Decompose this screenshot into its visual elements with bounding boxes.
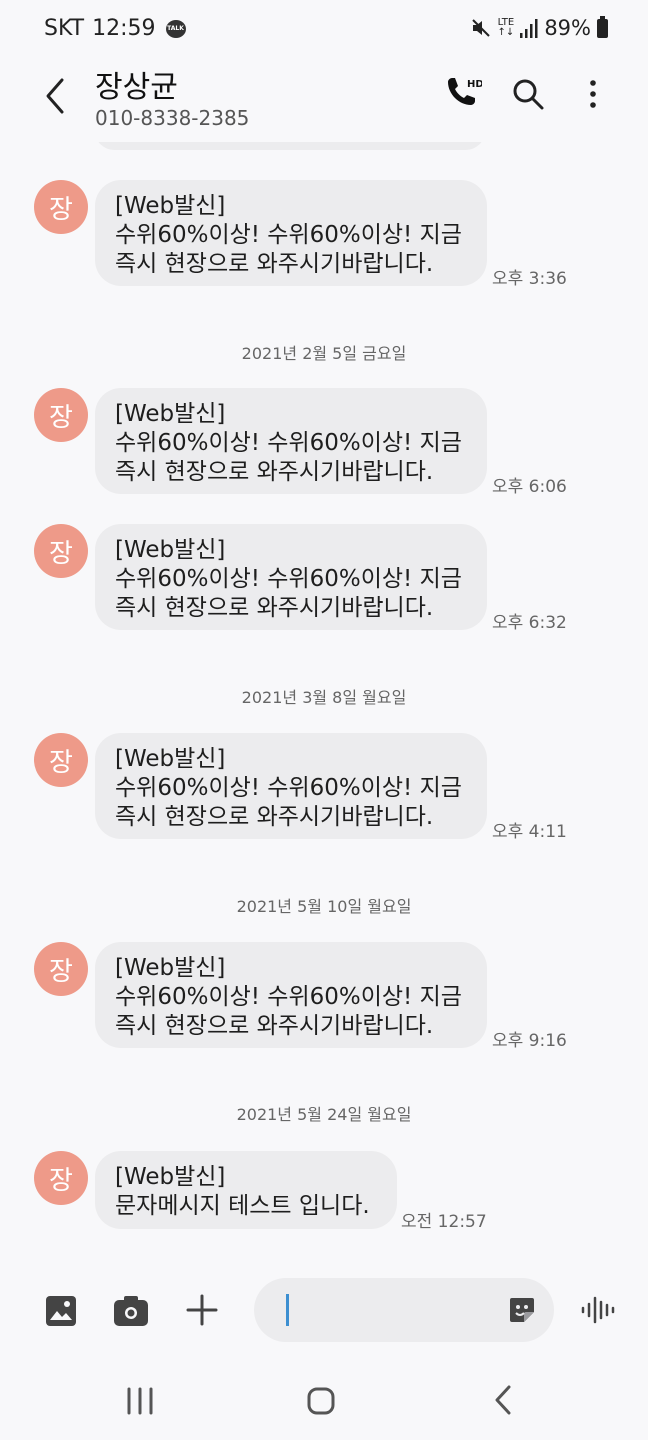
- message-bubble[interactable]: [Web발신] 수위60%이상! 수위60%이상! 지금 즉시 현장으로 와주시…: [95, 524, 487, 630]
- more-vertical-icon[interactable]: [580, 76, 606, 112]
- message-line: 수위60%이상! 수위60%이상! 지금: [115, 566, 462, 592]
- plus-icon[interactable]: [184, 1292, 220, 1328]
- carrier-label: SKT: [44, 16, 85, 41]
- message-bubble[interactable]: [Web발신] 수위60%이상! 수위60%이상! 지금 즉시 현장으로 와주시…: [95, 388, 487, 494]
- text-caret: [286, 1294, 289, 1326]
- recent-apps-icon[interactable]: [124, 1386, 156, 1416]
- conversation-header: 장상균 010-8338-2385 HD: [0, 60, 648, 142]
- message-time: 오전 12:57: [401, 1212, 487, 1232]
- contact-avatar[interactable]: 장: [34, 180, 88, 234]
- clock: 12:59: [92, 16, 156, 41]
- message-line: 즉시 현장으로 와주시기바랍니다.: [115, 1013, 434, 1039]
- message-line: [Web발신]: [115, 401, 226, 427]
- sticker-icon[interactable]: [506, 1294, 538, 1326]
- message-input-field[interactable]: [254, 1278, 554, 1342]
- message-line: 문자메시지 테스트 입니다.: [115, 1193, 370, 1219]
- message-line: 즉시 현장으로 와주시기바랍니다.: [115, 251, 434, 277]
- status-right: LTE ↑↓ 89%: [470, 15, 608, 40]
- message-time: 오후 6:32: [492, 613, 567, 633]
- message-line: 수위60%이상! 수위60%이상! 지금: [115, 775, 462, 801]
- message-line: 즉시 현장으로 와주시기바랍니다.: [115, 595, 434, 621]
- camera-icon[interactable]: [112, 1294, 150, 1328]
- lte-icon: LTE ↑↓: [498, 18, 515, 38]
- contact-avatar[interactable]: 장: [34, 1151, 88, 1205]
- message-bubble[interactable]: [Web발신] 수위60%이상! 수위60%이상! 지금 즉시 현장으로 와주시…: [95, 733, 487, 839]
- message-input[interactable]: [284, 1292, 494, 1328]
- date-divider: 2021년 5월 24일 월요일: [236, 1105, 412, 1124]
- date-divider: 2021년 3월 8일 월요일: [241, 688, 407, 707]
- message-line: 수위60%이상! 수위60%이상! 지금: [115, 222, 462, 248]
- message-time: 오후 3:36: [492, 269, 567, 289]
- mute-icon: [470, 17, 492, 39]
- message-line: 즉시 현장으로 와주시기바랍니다.: [115, 459, 434, 485]
- data-arrows-icon: ↑↓: [497, 27, 515, 38]
- message-line: 즉시 현장으로 와주시기바랍니다.: [115, 804, 434, 830]
- battery-icon: [597, 15, 608, 38]
- message-time: 오후 4:11: [492, 822, 567, 842]
- contact-avatar[interactable]: 장: [34, 942, 88, 996]
- message-line: [Web발신]: [115, 955, 226, 981]
- message-line: [Web발신]: [115, 537, 226, 563]
- composer-bar: [0, 1272, 648, 1348]
- status-left: SKT 12:59 TALK: [44, 16, 186, 41]
- contact-name[interactable]: 장상균: [95, 62, 178, 106]
- system-navigation-bar: [0, 1360, 648, 1440]
- nav-back-icon[interactable]: [490, 1384, 516, 1416]
- hd-call-icon[interactable]: HD: [442, 74, 484, 114]
- message-line: [Web발신]: [115, 1164, 226, 1190]
- hd-badge: HD: [467, 79, 482, 90]
- message-line: [Web발신]: [115, 746, 226, 772]
- date-divider: 2021년 2월 5일 금요일: [241, 344, 407, 363]
- date-divider: 2021년 5월 10일 월요일: [236, 897, 412, 916]
- kakaotalk-notification-icon: TALK: [165, 19, 186, 38]
- signal-icon: [520, 18, 538, 38]
- message-line: [Web발신]: [115, 193, 226, 219]
- contact-avatar[interactable]: 장: [34, 524, 88, 578]
- home-icon[interactable]: [306, 1386, 336, 1416]
- message-bubble-partial[interactable]: [95, 142, 485, 150]
- gallery-icon[interactable]: [44, 1294, 78, 1328]
- search-icon[interactable]: [510, 76, 546, 112]
- contact-avatar[interactable]: 장: [34, 388, 88, 442]
- message-line: 수위60%이상! 수위60%이상! 지금: [115, 984, 462, 1010]
- message-time: 오후 9:16: [492, 1031, 567, 1051]
- message-line: 수위60%이상! 수위60%이상! 지금: [115, 430, 462, 456]
- back-arrow-icon[interactable]: [40, 74, 74, 118]
- message-bubble[interactable]: [Web발신] 문자메시지 테스트 입니다.: [95, 1151, 397, 1229]
- message-time: 오후 6:06: [492, 477, 567, 497]
- contact-avatar[interactable]: 장: [34, 733, 88, 787]
- message-bubble[interactable]: [Web발신] 수위60%이상! 수위60%이상! 지금 즉시 현장으로 와주시…: [95, 942, 487, 1048]
- status-bar: SKT 12:59 TALK LTE ↑↓ 89%: [0, 0, 648, 60]
- message-bubble[interactable]: [Web발신] 수위60%이상! 수위60%이상! 지금 즉시 현장으로 와주시…: [95, 180, 487, 286]
- voice-recorder-icon[interactable]: [580, 1294, 616, 1326]
- contact-phone-number: 010-8338-2385: [95, 106, 250, 130]
- message-list[interactable]: 장 [Web발신] 수위60%이상! 수위60%이상! 지금 즉시 현장으로 와…: [0, 142, 648, 1262]
- battery-percent: 89%: [544, 16, 591, 40]
